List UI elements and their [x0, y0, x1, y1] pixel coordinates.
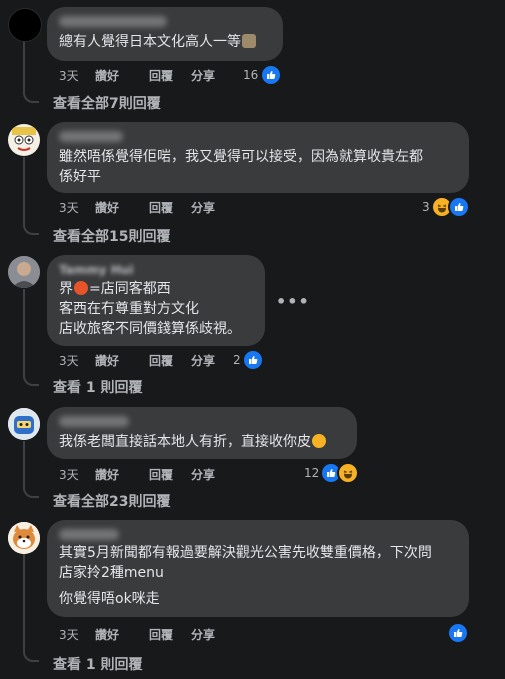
comment-time[interactable]: 3天 — [59, 626, 95, 643]
commenter-name-blurred[interactable] — [59, 131, 123, 142]
person-gesture-emoji-icon — [242, 34, 256, 48]
thread-line — [23, 441, 25, 487]
comment-time[interactable]: 3天 — [59, 466, 95, 483]
reaction-summary[interactable]: 3 — [422, 196, 470, 218]
share-button[interactable]: 分享 — [191, 199, 233, 216]
comment-text: 雖然唔係覺得佢啱，我又覺得可以接受，因為就算收貴左都 係好平 — [59, 149, 423, 185]
reaction-summary[interactable] — [447, 622, 469, 644]
comment-actions: 3天 讚好 回覆 分享 — [59, 199, 233, 215]
view-replies-link[interactable]: 查看 1 則回覆 — [53, 654, 143, 674]
avatar[interactable] — [8, 124, 40, 156]
avatar[interactable] — [8, 256, 40, 288]
thread-line — [23, 157, 25, 224]
comment-time[interactable]: 3天 — [59, 199, 95, 216]
like-reaction-icon — [260, 64, 283, 86]
reply-button[interactable]: 回覆 — [149, 352, 191, 369]
grimacing-face-emoji-icon — [312, 434, 326, 448]
comment-text: 我係老闆直接話本地人有折，直接收你皮 — [59, 432, 345, 452]
more-options-button[interactable]: ••• — [276, 292, 310, 311]
thread-curve — [23, 223, 39, 235]
reaction-summary[interactable]: 2 — [233, 349, 264, 371]
comment-bubble: 我係老闆直接話本地人有折，直接收你皮 — [47, 407, 357, 459]
reply-button[interactable]: 回覆 — [149, 466, 191, 483]
like-reaction-icon — [447, 622, 469, 644]
thread-curve — [23, 374, 39, 386]
comment-actions: 3天 讚好 回覆 分享 — [59, 352, 233, 368]
commenter-name[interactable]: Tammy Hui — [59, 263, 253, 277]
reaction-count: 3 — [422, 200, 430, 214]
avatar[interactable] — [8, 8, 42, 42]
view-replies-link[interactable]: 查看全部15則回覆 — [53, 226, 170, 246]
comment-text-line: 你覺得唔ok咪走 — [59, 591, 160, 607]
reply-button[interactable]: 回覆 — [149, 67, 191, 84]
reply-button[interactable]: 回覆 — [149, 626, 191, 643]
reply-button[interactable]: 回覆 — [149, 199, 191, 216]
like-button[interactable]: 讚好 — [95, 466, 149, 483]
comment-actions: 3天 讚好 回覆 分享 — [59, 67, 233, 83]
thread-line — [23, 554, 25, 651]
thread-curve — [23, 91, 39, 103]
comment-bubble: Tammy Hui 界 =店同客都西 客西在冇尊重對方文化 店收旅客不同價錢算係歧… — [47, 255, 265, 346]
comment-bubble: 雖然唔係覺得佢啱，我又覺得可以接受，因為就算收貴左都 係好平 — [47, 122, 469, 193]
comment-bubble: 總有人覺得日本文化高人一等 — [47, 7, 283, 61]
reaction-summary[interactable]: 12 — [304, 462, 360, 484]
avatar[interactable] — [8, 408, 40, 440]
reaction-summary[interactable]: 16 — [243, 64, 283, 86]
thread-line — [23, 40, 25, 92]
comment-text-line: 其實5月新聞都有報過要解決觀光公害先收雙重價格，下次問 — [59, 545, 432, 561]
commenter-name-blurred[interactable] — [59, 16, 167, 27]
thread-curve — [23, 650, 39, 662]
commenter-name-blurred[interactable] — [59, 416, 129, 427]
angry-face-emoji-icon — [74, 281, 88, 295]
comment-actions: 3天 讚好 回覆 分享 — [59, 466, 233, 482]
comment-text-line: 客西在冇尊重對方文化 — [59, 301, 199, 317]
comment-text-line: 店收旅客不同價錢算係歧視。 — [59, 321, 241, 337]
share-button[interactable]: 分享 — [191, 626, 233, 643]
share-button[interactable]: 分享 — [191, 352, 233, 369]
comment-time[interactable]: 3天 — [59, 67, 95, 84]
reaction-count: 12 — [304, 466, 320, 480]
view-replies-link[interactable]: 查看 1 則回覆 — [53, 377, 143, 397]
share-button[interactable]: 分享 — [191, 466, 233, 483]
avatar[interactable] — [8, 522, 40, 554]
comment-time[interactable]: 3天 — [59, 352, 95, 369]
comment-text: 界 =店同客都西 — [59, 281, 171, 297]
thread-line — [23, 289, 25, 375]
comment-text: 總有人覺得日本文化高人一等 — [59, 32, 271, 52]
reaction-count: 16 — [243, 68, 259, 82]
reaction-count: 2 — [233, 353, 241, 367]
view-replies-link[interactable]: 查看全部23則回覆 — [53, 491, 170, 511]
commenter-name-blurred[interactable] — [59, 529, 119, 540]
thread-curve — [23, 486, 39, 498]
like-button[interactable]: 讚好 — [95, 352, 149, 369]
like-button[interactable]: 讚好 — [95, 199, 149, 216]
like-button[interactable]: 讚好 — [95, 626, 149, 643]
share-button[interactable]: 分享 — [191, 67, 233, 84]
haha-reaction-icon — [337, 462, 360, 484]
comment-text-line: 店家拎2種menu — [59, 565, 164, 581]
like-reaction-icon — [241, 349, 264, 371]
view-replies-link[interactable]: 查看全部7則回覆 — [53, 93, 161, 113]
comment-bubble: 其實5月新聞都有報過要解決觀光公害先收雙重價格，下次問 店家拎2種menu 你覺… — [47, 520, 469, 617]
like-button[interactable]: 讚好 — [95, 67, 149, 84]
like-reaction-icon — [447, 196, 470, 218]
comment-actions: 3天 讚好 回覆 分享 — [59, 626, 233, 642]
